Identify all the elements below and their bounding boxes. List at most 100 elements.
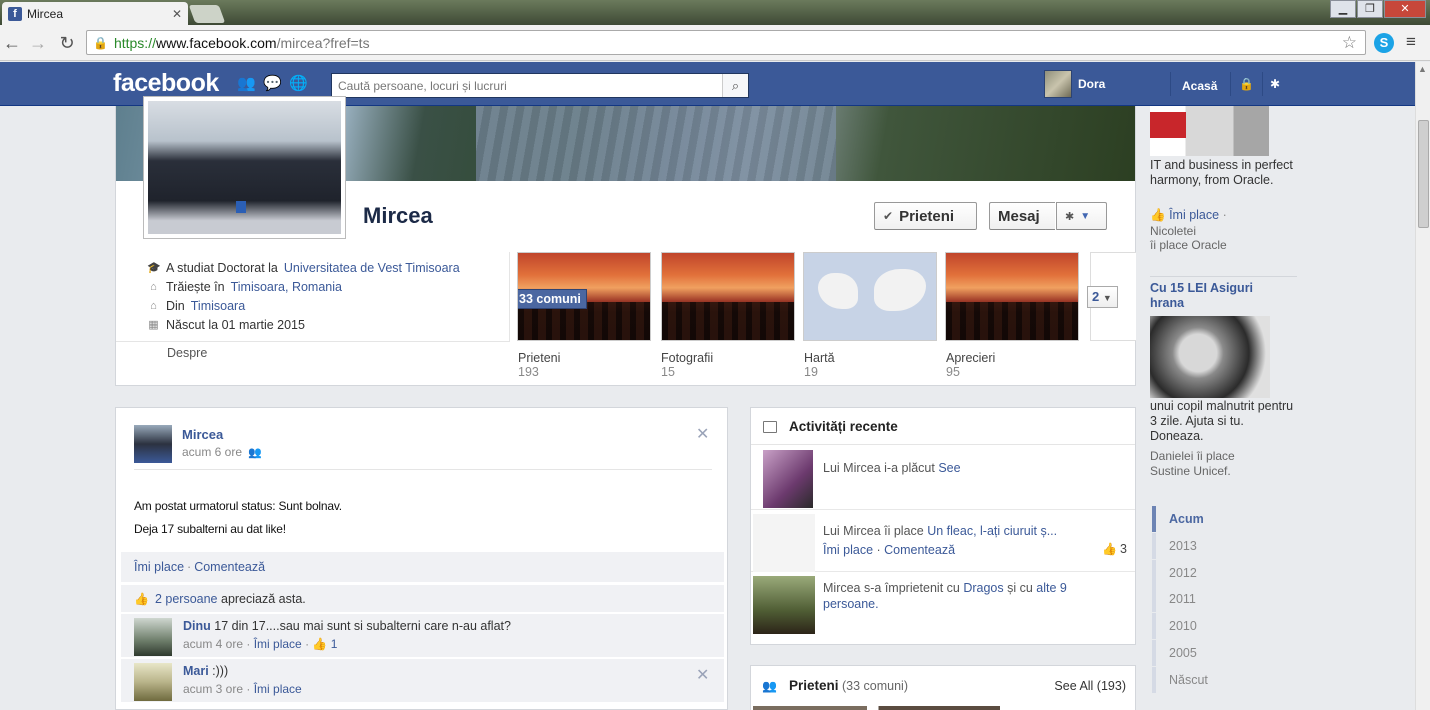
home-link[interactable]: Acasă — [1182, 79, 1217, 93]
unicef-ad-image[interactable] — [1150, 316, 1270, 398]
ad-text[interactable]: IT and business in perfect harmony, from… — [1150, 158, 1295, 188]
more-sections-button[interactable]: 2 ▼ — [1087, 286, 1118, 308]
scroll-up-icon[interactable]: ▲ — [1418, 64, 1427, 74]
info-link[interactable]: Timisoara, Romania — [231, 280, 342, 294]
comment-link[interactable]: Comentează — [884, 543, 955, 557]
profile-options-button[interactable]: ✱ ▼ — [1056, 202, 1107, 230]
oracle-ad-image[interactable] — [1150, 106, 1269, 156]
new-tab-button[interactable] — [188, 5, 226, 23]
forward-arrow-icon[interactable]: → — [27, 32, 49, 54]
timeline-year-born[interactable]: Născut — [1152, 667, 1300, 693]
ad-social-name[interactable]: Nicoletei — [1150, 224, 1196, 239]
ad-like-link[interactable]: Îmi place — [1169, 208, 1219, 222]
message-button[interactable]: Mesaj — [989, 202, 1055, 230]
search-icon[interactable]: ⌕ — [722, 74, 748, 97]
profile-picture[interactable] — [143, 96, 346, 239]
friends-tab-label[interactable]: Prieteni 193 — [518, 351, 560, 379]
messages-icon[interactable]: 💬 — [263, 76, 282, 92]
friend-photo[interactable] — [753, 576, 815, 634]
facebook-logo[interactable]: facebook — [113, 69, 219, 98]
timeline-year-2010[interactable]: 2010 — [1152, 613, 1300, 639]
info-divider — [116, 341, 509, 342]
address-bar[interactable]: 🔒 https://www.facebook.com/mircea?fref=t… — [86, 30, 1366, 55]
activity-link[interactable]: See — [938, 461, 960, 475]
comment-time[interactable]: acum 4 ore — [183, 637, 243, 651]
ad-title[interactable]: Cu 15 LEI Asiguri hrana — [1150, 281, 1290, 311]
post-divider — [134, 469, 712, 470]
notifications-globe-icon[interactable]: 🌐 — [289, 76, 308, 92]
photos-thumbnail[interactable] — [661, 252, 795, 341]
friends-audience-icon[interactable]: 👥 — [248, 447, 262, 459]
minimize-icon[interactable]: ▁ — [1330, 0, 1356, 18]
ad-social-page[interactable]: Sustine Unicef. — [1150, 464, 1231, 479]
comment-like-link[interactable]: Îmi place — [254, 637, 302, 651]
comment-like-link[interactable]: Îmi place — [254, 682, 302, 696]
like-link[interactable]: Îmi place — [134, 560, 184, 574]
thumbs-up-icon[interactable]: 👍 — [312, 637, 327, 651]
comment-avatar[interactable] — [134, 663, 172, 701]
timeline-year-now[interactable]: Acum — [1152, 506, 1300, 532]
comment-like-count[interactable]: 1 — [331, 637, 338, 651]
skype-extension-icon[interactable]: S — [1374, 33, 1394, 53]
back-arrow-icon[interactable]: ← — [1, 32, 23, 54]
maximize-icon[interactable]: ❐ — [1357, 0, 1383, 18]
map-thumbnail[interactable] — [803, 252, 937, 341]
friends-button[interactable]: ✔ Prieteni — [874, 202, 977, 230]
post-author[interactable]: Mircea — [182, 427, 223, 442]
comment: Dinu 17 din 17....sau mai sunt si subalt… — [121, 613, 724, 657]
activity-like-count[interactable]: 👍 3 — [1102, 542, 1127, 556]
see-page-image[interactable] — [763, 450, 813, 508]
activity-link-others[interactable]: alte 9 — [1036, 581, 1067, 595]
vertical-scrollbar[interactable]: ▲ — [1415, 62, 1430, 710]
thumbs-up-icon: 👍 — [134, 592, 149, 606]
friends-title[interactable]: Prieteni — [789, 678, 839, 693]
activity-link-suffix[interactable]: persoane. — [823, 597, 879, 611]
privacy-shortcuts-icon[interactable]: 🔒 — [1239, 77, 1254, 91]
info-link[interactable]: Timisoara — [191, 299, 245, 313]
settings-gear-icon[interactable]: ✱ — [1270, 77, 1280, 91]
about-link[interactable]: Despre — [167, 346, 207, 360]
activity-image[interactable] — [753, 514, 815, 572]
commenter-name[interactable]: Dinu — [183, 619, 211, 633]
tab-close-icon[interactable]: ✕ — [172, 7, 182, 21]
like-link[interactable]: Îmi place — [823, 543, 873, 557]
activity-link[interactable]: Dragos — [963, 581, 1003, 595]
browser-menu-icon[interactable]: ≡ — [1406, 32, 1416, 52]
post-time[interactable]: acum 6 ore — [182, 445, 242, 459]
info-text: Din — [166, 298, 185, 313]
photos-tab-label[interactable]: Fotografii 15 — [661, 351, 713, 379]
comment-text: :))) — [208, 664, 229, 678]
window-close-icon[interactable]: ✕ — [1384, 0, 1426, 18]
common-friends-badge[interactable]: 33 comuni — [518, 289, 587, 309]
friend-photos-strip[interactable] — [753, 706, 1133, 710]
see-all-link[interactable]: See All (193) — [1054, 679, 1126, 693]
likers-link[interactable]: 2 persoane — [155, 592, 218, 606]
commenter-name[interactable]: Mari — [183, 664, 209, 678]
timeline-year-2012[interactable]: 2012 — [1152, 560, 1300, 586]
search-input[interactable]: Caută persoane, locuri și lucruri ⌕ — [331, 73, 749, 98]
friends-thumbnail[interactable]: 33 comuni — [517, 252, 651, 341]
close-icon[interactable]: ✕ — [696, 665, 709, 685]
comment-link[interactable]: Comentează — [194, 560, 265, 574]
likes-tab-label[interactable]: Aprecieri 95 — [946, 351, 995, 379]
timeline-year-2013[interactable]: 2013 — [1152, 533, 1300, 559]
scrollbar-thumb[interactable] — [1418, 120, 1429, 228]
timeline-year-2011[interactable]: 2011 — [1152, 586, 1300, 612]
map-tab-label[interactable]: Hartă 19 — [804, 351, 835, 379]
likes-thumbnail[interactable] — [945, 252, 1079, 341]
activity-link[interactable]: Un fleac, l-ați ciuruit ș... — [927, 524, 1057, 538]
post-author-avatar[interactable] — [134, 425, 172, 463]
user-profile-link[interactable]: Dora — [1044, 70, 1105, 98]
info-link[interactable]: Universitatea de Vest Timisoara — [284, 261, 460, 275]
reload-icon[interactable]: ↻ — [56, 32, 78, 54]
profile-name[interactable]: Mircea — [363, 203, 433, 229]
ad-text[interactable]: unui copil malnutrit pentru 3 zile. Ajut… — [1150, 399, 1295, 444]
browser-tab[interactable]: f Mircea ✕ — [2, 2, 188, 25]
comment-avatar[interactable] — [134, 618, 172, 656]
ad-social-text: îi place Oracle — [1150, 238, 1227, 252]
timeline-year-2005[interactable]: 2005 — [1152, 640, 1300, 666]
bookmark-star-icon[interactable]: ☆ — [1342, 33, 1357, 53]
close-icon[interactable]: ✕ — [696, 424, 709, 444]
comment-time[interactable]: acum 3 ore — [183, 682, 243, 696]
friend-requests-icon[interactable]: 👥 — [237, 76, 256, 92]
